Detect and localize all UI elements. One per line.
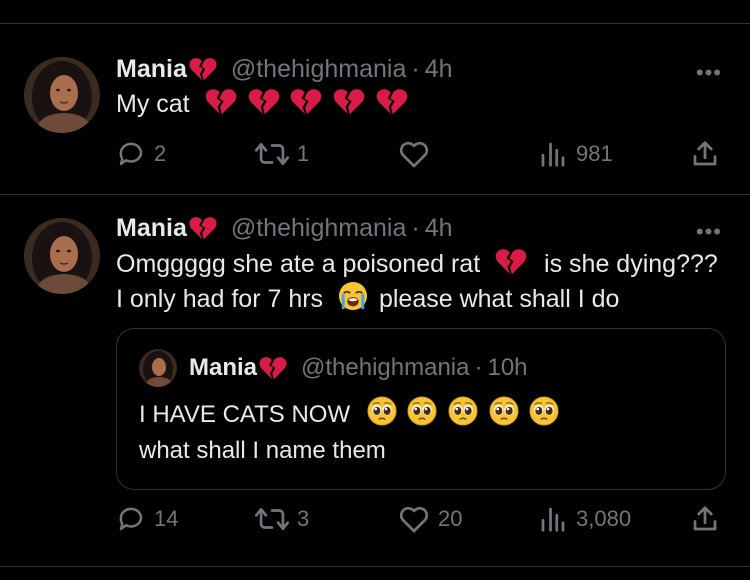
- reply-button[interactable]: 14: [116, 504, 178, 534]
- quote-text: I HAVE CATS NOW what shall I name them: [139, 396, 559, 469]
- like-button[interactable]: [398, 139, 438, 169]
- more-options-icon[interactable]: •••: [696, 60, 722, 86]
- views-button[interactable]: 981: [538, 139, 613, 169]
- like-count: 20: [438, 506, 463, 531]
- reply-count: 2: [154, 141, 167, 166]
- broken-heart-emoji: [290, 88, 322, 116]
- share-icon: [693, 141, 717, 166]
- bottom-divider: [0, 566, 750, 567]
- reply-icon: [119, 507, 143, 531]
- tweet-header: Mania @thehighmania · 4h: [116, 214, 453, 243]
- like-button[interactable]: 20: [398, 504, 462, 534]
- quote-header: Mania @thehighmania · 10h: [189, 354, 528, 382]
- quoted-tweet[interactable]: Mania @thehighmania · 10h I HAVE CATS NO…: [116, 328, 726, 490]
- avatar[interactable]: [139, 349, 177, 387]
- tweet-text: My cat: [116, 87, 408, 121]
- quote-text-line: I HAVE CATS NOW: [139, 396, 559, 433]
- pleading-face-emoji: [448, 396, 478, 426]
- heart-icon: [399, 141, 429, 168]
- display-name[interactable]: Mania: [116, 55, 187, 84]
- views-icon: [541, 142, 565, 167]
- pleading-face-emoji: [407, 396, 437, 426]
- retweet-icon: [255, 507, 289, 531]
- handle[interactable]: @thehighmania: [231, 55, 407, 84]
- pleading-face-emoji: [367, 396, 397, 426]
- separator-dot: ·: [411, 55, 420, 83]
- reply-count: 14: [154, 506, 179, 531]
- avatar[interactable]: [24, 57, 100, 133]
- broken-heart-emoji: [205, 88, 237, 116]
- crying-face-emoji: [338, 281, 368, 311]
- quote-text-line: what shall I name them: [139, 437, 386, 464]
- tweet-text-line: I only had for 7 hrs please what shall I…: [116, 281, 718, 316]
- handle[interactable]: @thehighmania: [231, 214, 407, 243]
- retweet-count: 1: [297, 141, 310, 166]
- action-bar: 2 1 981: [0, 135, 750, 171]
- pleading-face-emoji: [489, 396, 519, 426]
- timestamp[interactable]: 4h: [425, 55, 453, 84]
- retweet-button[interactable]: 3: [255, 504, 309, 534]
- tweet-header: Mania @thehighmania · 4h: [116, 55, 453, 84]
- quote-text-segment: I HAVE CATS NOW: [139, 401, 351, 428]
- broken-heart-emoji: [259, 356, 287, 381]
- retweet-button[interactable]: 1: [255, 139, 309, 169]
- broken-heart-emoji: [495, 248, 527, 276]
- share-button[interactable]: [690, 139, 720, 169]
- views-count: 981: [576, 141, 613, 166]
- broken-heart-emoji: [189, 57, 217, 82]
- reply-button[interactable]: 2: [116, 139, 166, 169]
- timestamp[interactable]: 10h: [487, 354, 527, 382]
- views-button[interactable]: 3,080: [538, 504, 631, 534]
- retweet-count: 3: [297, 506, 310, 531]
- separator-dot: ·: [474, 354, 483, 381]
- views-count: 3,080: [576, 506, 632, 531]
- broken-heart-emoji: [248, 88, 280, 116]
- tweet-text-segment: I only had for 7 hrs: [116, 285, 324, 313]
- pleading-face-emoji: [529, 396, 559, 426]
- broken-heart-emoji: [333, 88, 365, 116]
- action-bar: 14 3 20 3,080: [0, 503, 750, 539]
- display-name[interactable]: Mania: [116, 214, 187, 243]
- reply-icon: [119, 142, 143, 166]
- tweet-text: Omggggg she ate a poisoned rat is she dy…: [116, 247, 718, 316]
- tweet[interactable]: Mania @thehighmania · 4h ••• My cat 2 1 …: [0, 24, 750, 194]
- tweet[interactable]: Mania @thehighmania · 4h ••• Omggggg she…: [0, 195, 750, 560]
- tweet-text-segment: is she dying???: [544, 250, 718, 278]
- more-options-icon[interactable]: •••: [696, 219, 722, 245]
- share-icon: [693, 506, 717, 531]
- tweet-text-segment: Omggggg she ate a poisoned rat: [116, 250, 481, 278]
- tweet-text-line: My cat: [116, 90, 190, 118]
- views-icon: [541, 507, 565, 532]
- timestamp[interactable]: 4h: [425, 214, 453, 243]
- separator-dot: ·: [411, 214, 420, 242]
- retweet-icon: [255, 142, 289, 166]
- share-button[interactable]: [690, 504, 720, 534]
- avatar[interactable]: [24, 218, 100, 294]
- tweet-text-segment: please what shall I do: [378, 285, 620, 313]
- broken-heart-emoji: [376, 88, 408, 116]
- broken-heart-emoji: [189, 216, 217, 241]
- tweet-text-line: Omggggg she ate a poisoned rat is she dy…: [116, 247, 718, 281]
- display-name[interactable]: Mania: [189, 354, 257, 382]
- heart-icon: [399, 506, 429, 533]
- handle[interactable]: @thehighmania: [301, 354, 469, 382]
